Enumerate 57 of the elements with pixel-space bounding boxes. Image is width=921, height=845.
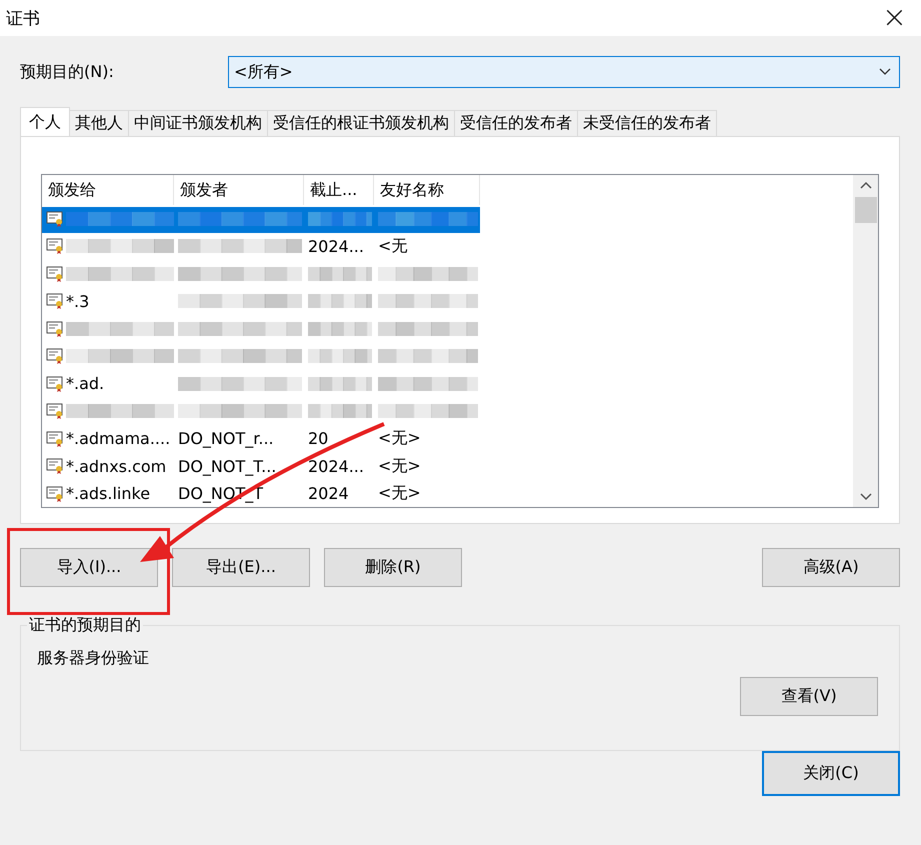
certificate-icon — [46, 266, 64, 282]
table-cell: 20 — [308, 429, 328, 448]
table-cell: *.admama.... — [66, 429, 170, 448]
table-cell: *.ads.linke — [66, 484, 150, 504]
table-cell: <无> — [378, 428, 421, 450]
table-row[interactable]: *.adnxs.com DO_NOT_T... 2024... <无> — [42, 452, 853, 480]
chevron-icon — [879, 68, 891, 76]
table-row[interactable]: *.ad. — [42, 370, 853, 398]
table-row[interactable]: 2024... <无 — [42, 232, 853, 260]
table-cell: <无 — [378, 236, 408, 257]
action-button[interactable]: 导出(E)... — [172, 548, 310, 587]
close-button[interactable]: × — [878, 3, 911, 33]
purpose-label: 预期目的(N): — [20, 62, 115, 82]
certificate-icon — [46, 210, 64, 227]
certificate-icon — [46, 486, 64, 502]
table-cell: *.adnxs.com — [66, 456, 166, 476]
scroll-down-icon[interactable] — [860, 493, 872, 501]
table-cell: DO_NOT_r... — [178, 429, 274, 448]
redacted-block — [308, 292, 372, 310]
scrollbar[interactable] — [853, 175, 878, 507]
certificate-icon — [46, 403, 64, 420]
redacted-block — [308, 210, 372, 228]
redacted-block — [308, 320, 372, 338]
table-cell: <无> — [378, 483, 421, 504]
redacted-block — [308, 347, 372, 366]
table-cell: 2024... — [308, 236, 364, 256]
action-button[interactable]: 删除(R) — [324, 548, 462, 587]
tab[interactable]: 未受信任的发布者 — [577, 110, 717, 136]
window-title: 证书 — [6, 8, 40, 30]
table-cell: <无> — [378, 456, 421, 477]
table-row[interactable] — [42, 205, 480, 232]
certificate-icon — [46, 320, 64, 337]
table-cell: 2024 — [308, 484, 349, 504]
purpose-text: 服务器身份验证 — [37, 648, 150, 669]
certificate-icon — [46, 238, 64, 254]
certificate-icon — [46, 293, 64, 310]
purpose-dropdown[interactable]: <所有> — [228, 56, 900, 88]
redacted-block — [308, 374, 372, 393]
table-row[interactable]: *.3 — [42, 288, 853, 315]
table-row[interactable]: *.admama.... DO_NOT_r... 20 <无> — [42, 425, 853, 452]
advanced-button[interactable]: 高级(A) — [762, 548, 900, 587]
certificate-icon — [46, 348, 64, 364]
redacted-block — [308, 402, 372, 420]
view-button[interactable]: 查看(V) — [740, 677, 878, 716]
table-cell: 2024... — [308, 456, 364, 476]
table-cell: *.ad. — [66, 374, 104, 394]
close-dialog-button[interactable]: 关闭(C) — [762, 751, 900, 796]
redacted-block — [308, 264, 372, 283]
certificate-icon — [46, 430, 64, 447]
certificate-icon — [46, 376, 64, 392]
tab[interactable]: 个人 — [20, 107, 70, 136]
scroll-thumb[interactable] — [854, 197, 876, 223]
table-cell: *.3 — [66, 292, 90, 311]
table-cell: DO_NOT_T... — [178, 456, 276, 476]
certificate-icon — [46, 458, 64, 474]
action-button[interactable]: 导入(I)... — [20, 548, 158, 587]
scroll-up-icon[interactable] — [860, 181, 872, 189]
